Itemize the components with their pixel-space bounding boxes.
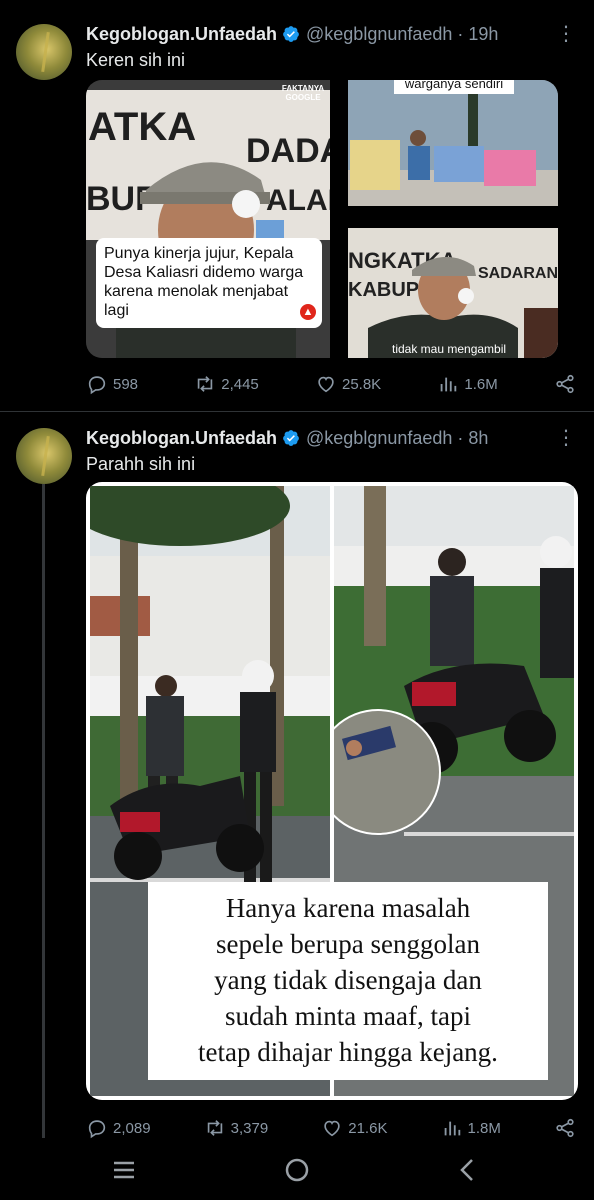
top-right-caption: warganya sendiri — [394, 80, 514, 94]
reply-count: 2,089 — [113, 1119, 151, 1137]
svg-text:ATKA: ATKA — [88, 105, 196, 149]
reply-icon — [88, 376, 106, 395]
home-icon[interactable] — [281, 1154, 313, 1186]
svg-text:DADARA: DADARA — [246, 132, 330, 170]
verified-badge-icon — [283, 430, 299, 446]
like-count: 25.8K — [341, 375, 382, 393]
retweet-count: 3,379 — [230, 1119, 269, 1137]
reply-button[interactable]: 598 — [86, 373, 138, 395]
tweet-media[interactable]: Hanya karena masalah sepele berupa sengg… — [86, 482, 578, 1100]
reply-count: 598 — [113, 375, 139, 393]
arrow-up-icon: ▲ — [300, 304, 316, 320]
tweet-actions: 2,089 3,379 21.6K 1.8M — [86, 1114, 576, 1142]
share-icon — [556, 1118, 574, 1138]
tweet-media[interactable]: ATKA DADARA BUF ALANG FAKTANYA GOOGLE Pu… — [86, 80, 558, 358]
media-caption-box: Punya kinerja jujur, Kepala Desa Kaliasr… — [96, 238, 322, 328]
like-button[interactable]: 21.6K — [321, 1117, 387, 1139]
share-button[interactable] — [554, 1117, 576, 1139]
heart-icon — [324, 1120, 340, 1137]
reply-button[interactable]: 2,089 — [86, 1117, 151, 1139]
retweet-button[interactable]: 3,379 — [204, 1117, 269, 1139]
watermark-text: FAKTANYA GOOGLE — [281, 84, 325, 102]
caption-line: tetap dihajar hingga kejang. — [198, 1037, 498, 1067]
avatar[interactable] — [16, 428, 72, 484]
tweet-text: Keren sih ini — [86, 50, 186, 70]
svg-text:SADARAN H: SADARAN H — [478, 265, 558, 282]
tweet-text: Parahh sih ini — [86, 454, 196, 474]
reply-icon — [88, 1120, 106, 1139]
svg-text:KABUP: KABUP — [348, 279, 419, 301]
media-caption: Punya kinerja jujur, Kepala Desa Kaliasr… — [104, 245, 304, 319]
views-count: 1.6M — [464, 375, 498, 393]
tweet-2[interactable]: Kegoblogan.Unfaedah @kegblgnunfaedh · 8h… — [0, 412, 594, 1140]
verified-badge-icon — [283, 26, 299, 42]
media-image-top-right[interactable]: warganya sendiri — [348, 80, 558, 206]
author-name[interactable]: Kegoblogan.Unfaedah — [86, 24, 277, 45]
svg-text:ALANG: ALANG — [266, 184, 330, 217]
retweet-icon — [197, 376, 213, 392]
system-navigation-bar — [0, 1140, 594, 1200]
views-chart-icon — [444, 1121, 460, 1136]
caption-line: sepele berupa senggolan — [216, 929, 480, 959]
share-icon — [556, 374, 574, 394]
heart-icon — [318, 376, 334, 393]
views-chart-icon — [441, 377, 457, 392]
media-image-bottom-right[interactable]: NGKATKA SADARAN H KABUP tidak mau mengam… — [348, 228, 558, 358]
tweet-actions: 598 2,445 25.8K 1.6M — [86, 370, 576, 398]
tweet-header: Kegoblogan.Unfaedah @kegblgnunfaedh · 19… — [86, 20, 498, 48]
avatar[interactable] — [16, 24, 72, 80]
more-options-icon[interactable]: ⋮ — [556, 426, 576, 450]
caption-line: Hanya karena masalah — [225, 893, 471, 923]
views-button[interactable]: 1.8M — [441, 1117, 501, 1139]
tweet-time[interactable]: · 8h — [457, 428, 488, 449]
tweet-header: Kegoblogan.Unfaedah @kegblgnunfaedh · 8h — [86, 424, 488, 452]
tweet-time[interactable]: · 19h — [457, 24, 498, 45]
like-button[interactable]: 25.8K — [315, 373, 381, 395]
media-caption-box: Hanya karena masalah sepele berupa sengg… — [148, 882, 548, 1080]
views-count: 1.8M — [467, 1119, 501, 1137]
protest-image — [348, 80, 558, 206]
views-button[interactable]: 1.6M — [437, 373, 498, 395]
bottom-right-caption: tidak mau mengambil — [392, 342, 507, 356]
author-name[interactable]: Kegoblogan.Unfaedah — [86, 428, 277, 449]
recent-apps-icon[interactable] — [108, 1154, 140, 1186]
retweet-button[interactable]: 2,445 — [194, 373, 259, 395]
like-count: 21.6K — [348, 1119, 388, 1137]
author-handle[interactable]: @kegblgnunfaedh — [306, 24, 452, 45]
retweet-count: 2,445 — [221, 375, 259, 393]
media-image-left[interactable]: ATKA DADARA BUF ALANG FAKTANYA GOOGLE Pu… — [86, 80, 330, 358]
retweet-icon — [207, 1120, 222, 1136]
author-handle[interactable]: @kegblgnunfaedh — [306, 428, 452, 449]
more-options-icon[interactable]: ⋮ — [556, 22, 576, 46]
tweet-1[interactable]: Kegoblogan.Unfaedah @kegblgnunfaedh · 19… — [0, 0, 594, 412]
caption-line: sudah minta maaf, tapi — [225, 1001, 471, 1031]
share-button[interactable] — [554, 373, 576, 395]
back-icon[interactable] — [452, 1154, 484, 1186]
man-drinking-image-small: NGKATKA SADARAN H KABUP — [348, 228, 558, 358]
caption-line: yang tidak disengaja dan — [214, 965, 482, 995]
